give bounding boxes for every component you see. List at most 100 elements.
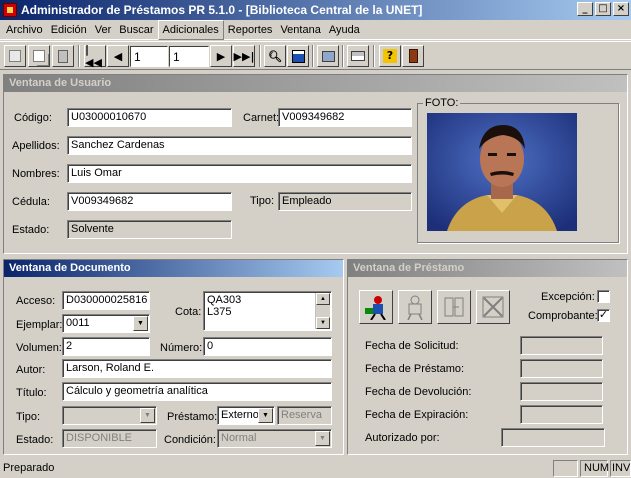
prev-icon: ◀ — [113, 49, 123, 63]
prestamo-panel: Ventana de Préstamo — [347, 259, 628, 455]
prestamo-tipo-select[interactable]: Externo ▼ — [217, 406, 275, 425]
copy-button[interactable] — [28, 45, 50, 67]
prev-record-button[interactable]: ◀ — [107, 45, 129, 67]
cedula-field[interactable]: V009349682 — [67, 192, 232, 211]
comprobante-label: Comprobante: — [528, 310, 598, 322]
exit-door-icon — [408, 49, 418, 63]
carnet-field[interactable]: V009349682 — [278, 108, 412, 127]
search-icon: 🔍︎ — [268, 49, 282, 63]
estado-usuario-field: Solvente — [67, 220, 232, 239]
return-disabled-icon — [407, 295, 423, 320]
condicion-label: Condición: — [164, 434, 216, 446]
minimize-button[interactable]: _ — [577, 2, 593, 16]
record-total-field: 1 — [169, 46, 209, 67]
last-icon: ▶▶| — [233, 49, 255, 63]
insert-indicator: INV — [610, 460, 631, 477]
titulo-field[interactable]: Cálculo y geometría analítica — [62, 382, 332, 401]
menu-archivo[interactable]: Archivo — [2, 21, 47, 39]
menu-buscar[interactable]: Buscar — [115, 21, 157, 39]
menu-ventana[interactable]: Ventana — [276, 21, 324, 39]
estado-usuario-label: Estado: — [12, 224, 50, 236]
comprobante-checkbox[interactable]: ✓ — [597, 309, 610, 322]
tipo-documento-label: Tipo: — [16, 411, 41, 423]
lend-button[interactable] — [359, 290, 393, 324]
window-title: Administrador de Préstamos PR 5.1.0 - [B… — [21, 3, 423, 17]
record-number-field[interactable]: 1 — [130, 46, 168, 67]
chevron-down-icon[interactable]: ▼ — [133, 316, 148, 331]
print-button[interactable] — [347, 45, 369, 67]
numero-field[interactable]: 0 — [203, 337, 332, 356]
renew-button[interactable] — [437, 290, 471, 324]
fecha-devolucion-label: Fecha de Devolución: — [365, 386, 472, 398]
new-icon — [9, 50, 21, 62]
tipo-usuario-field: Empleado — [278, 192, 412, 211]
estado-documento-label: Estado: — [16, 434, 54, 446]
apellidos-label: Apellidos: — [12, 140, 60, 152]
status-cell-empty — [553, 460, 578, 477]
codigo-field[interactable]: U03000010670 — [67, 108, 232, 127]
report-button[interactable] — [317, 45, 339, 67]
volumen-field[interactable]: 2 — [62, 337, 150, 356]
fecha-devolucion-field — [520, 382, 603, 401]
cedula-label: Cédula: — [12, 196, 50, 208]
excepcion-checkbox[interactable] — [597, 290, 610, 303]
menu-adicionales[interactable]: Adicionales — [157, 19, 224, 40]
menu-bar: Archivo Edición Ver Buscar Adicionales R… — [0, 19, 631, 40]
title-bar[interactable]: Administrador de Préstamos PR 5.1.0 - [B… — [0, 0, 631, 20]
autorizado-field — [501, 428, 605, 447]
cota-field[interactable]: QA303 L375 ▲ ▼ — [203, 291, 332, 331]
fecha-solicitud-field — [520, 336, 603, 355]
scroll-up-icon[interactable]: ▲ — [316, 293, 330, 305]
toolbar-separator — [78, 45, 80, 67]
help-icon: ? — [383, 49, 397, 63]
maximize-button[interactable]: □ — [595, 2, 611, 16]
chevron-down-icon[interactable]: ▼ — [258, 408, 273, 423]
nombres-field[interactable]: Luis Omar — [67, 164, 412, 183]
first-icon: |◀◀ — [85, 43, 102, 69]
toolbar-separator — [342, 45, 344, 67]
menu-ver[interactable]: Ver — [91, 21, 116, 39]
cota-scrollbar[interactable]: ▲ ▼ — [315, 293, 330, 329]
menu-ayuda[interactable]: Ayuda — [325, 21, 364, 39]
volumen-label: Volumen: — [16, 342, 62, 354]
exit-button[interactable] — [402, 45, 424, 67]
first-record-button[interactable]: |◀◀ — [84, 43, 106, 69]
status-bar: Preparado NUM INV — [0, 458, 631, 478]
status-text: Preparado — [3, 462, 55, 474]
fecha-prestamo-label: Fecha de Préstamo: — [365, 363, 465, 375]
condicion-select: Normal ▼ — [217, 429, 332, 448]
autor-label: Autor: — [16, 364, 46, 376]
chevron-down-icon: ▼ — [140, 408, 155, 423]
reserva-field: Reserva — [277, 406, 332, 425]
return-button[interactable] — [398, 290, 432, 324]
search-button[interactable]: 🔍︎ — [264, 45, 286, 67]
ejemplar-select[interactable]: 0011 ▼ — [62, 314, 150, 333]
menu-reportes[interactable]: Reportes — [224, 21, 277, 39]
autorizado-label: Autorizado por: — [365, 432, 440, 444]
acceso-label: Acceso: — [16, 295, 56, 307]
titulo-label: Título: — [16, 387, 47, 399]
fecha-expiracion-field — [520, 405, 603, 424]
scroll-down-icon[interactable]: ▼ — [316, 317, 330, 329]
acceso-field[interactable]: D030000025816 — [62, 291, 150, 310]
apellidos-field[interactable]: Sanchez Cardenas — [67, 136, 412, 155]
close-button[interactable]: × — [613, 2, 629, 16]
autor-field[interactable]: Larson, Roland E. — [62, 359, 332, 378]
help-button[interactable]: ? — [379, 45, 401, 67]
main-window: Administrador de Préstamos PR 5.1.0 - [B… — [0, 0, 631, 478]
checkmark-icon: ✓ — [598, 308, 609, 321]
menu-edicion[interactable]: Edición — [47, 21, 91, 39]
trash-icon — [58, 49, 68, 63]
foto-label: FOTO: — [423, 97, 461, 109]
list-button[interactable] — [287, 45, 309, 67]
documento-panel-header: Ventana de Documento — [4, 260, 343, 277]
prestamo-tipo-value: Externo — [221, 409, 259, 421]
printer-icon — [351, 51, 365, 61]
person-lend-icon — [365, 296, 386, 320]
prestamo-panel-header: Ventana de Préstamo — [348, 260, 627, 277]
cancel-loan-button[interactable] — [476, 290, 510, 324]
delete-button[interactable] — [52, 45, 74, 67]
next-record-button[interactable]: ▶ — [210, 45, 232, 67]
new-button[interactable] — [4, 45, 26, 67]
last-record-button[interactable]: ▶▶| — [233, 45, 255, 67]
